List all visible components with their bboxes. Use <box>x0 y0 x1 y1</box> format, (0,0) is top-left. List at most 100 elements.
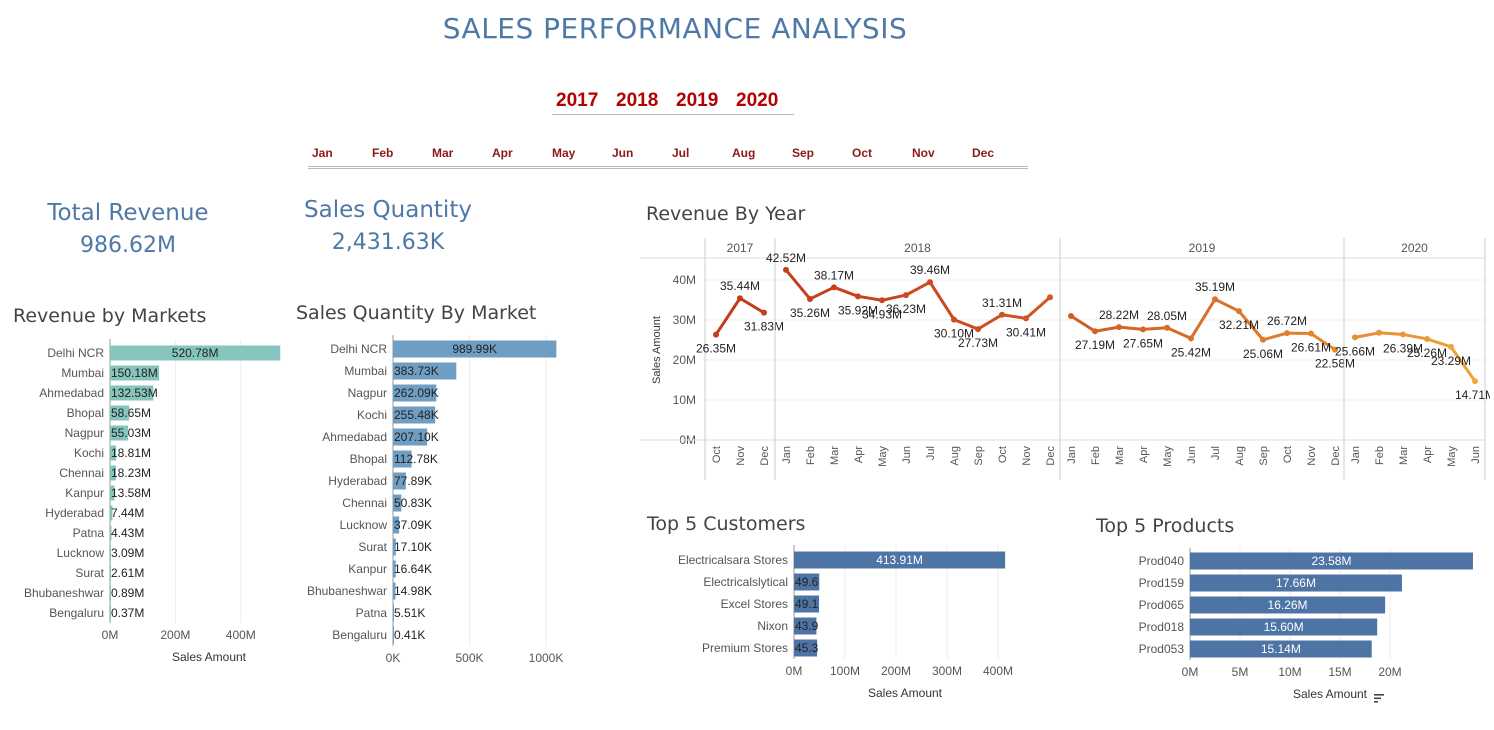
revenue-point-label: 35.26M <box>790 306 830 320</box>
revenue-line-segment <box>1093 325 1121 333</box>
revenue-point-label: 38.17M <box>814 268 854 282</box>
revenue-line-segment <box>1000 313 1028 320</box>
revenue-point <box>879 297 885 304</box>
revenue-point <box>1188 335 1194 342</box>
revenue-line-segment <box>714 296 742 337</box>
revenue-line-segment <box>1189 297 1217 340</box>
quantity-category-label: Mumbai <box>344 364 387 378</box>
month-filter-dec[interactable]: Dec <box>972 146 994 160</box>
month-filter-jul[interactable]: Jul <box>672 146 689 160</box>
customers-value-label: 49.1 <box>795 597 819 611</box>
month-filter-aug[interactable]: Aug <box>732 146 755 160</box>
customers-category-label: Electricalslytical <box>703 575 788 589</box>
month-filter-apr[interactable]: Apr <box>492 146 513 160</box>
revenue-line-segment <box>1213 297 1241 313</box>
revenue-line-segment <box>1353 331 1381 339</box>
month-filter-mar[interactable]: Mar <box>432 146 453 160</box>
revenue-x-tick-label: Apr <box>1138 446 1150 463</box>
revenue-point <box>1140 326 1146 333</box>
revenue-point <box>1023 315 1029 322</box>
month-filter-jan[interactable]: Jan <box>312 146 333 160</box>
markets-value-label: 0.37M <box>111 606 144 620</box>
month-filter-nov[interactable]: Nov <box>912 146 935 160</box>
quantity-category-label: Delhi NCR <box>330 342 387 356</box>
markets-category-label: Bhubaneshwar <box>24 586 104 600</box>
revenue-point <box>1092 328 1098 335</box>
quantity-value-label: 37.09K <box>394 518 432 532</box>
revenue-line-segment <box>832 285 860 298</box>
year-filter-2019[interactable]: 2019 <box>676 90 718 112</box>
revenue-point <box>927 279 933 286</box>
markets-value-label: 150.18M <box>111 366 158 380</box>
quantity-value-label: 255.48K <box>394 408 439 422</box>
revenue-x-tick-label: Jan <box>1350 446 1362 464</box>
customers-value-label: 413.91M <box>876 553 923 567</box>
revenue-x-tick-label: Feb <box>1374 446 1386 465</box>
revenue-point <box>831 284 837 291</box>
month-filter-oct[interactable]: Oct <box>852 146 872 160</box>
revenue-x-tick-label: Jun <box>901 446 913 464</box>
quantity-value-label: 383.73K <box>394 364 439 378</box>
markets-category-label: Surat <box>75 566 104 580</box>
dashboard-title: SALES PERFORMANCE ANALYSIS <box>442 12 908 45</box>
revenue-point-label: 42.52M <box>766 251 806 265</box>
markets-value-label: 7.44M <box>111 506 144 520</box>
year-filter-2020[interactable]: 2020 <box>736 90 778 112</box>
quantity-value-label: 17.10K <box>394 540 432 554</box>
revenue-x-tick-label: Nov <box>1306 446 1318 466</box>
markets-category-label: Delhi NCR <box>47 346 104 360</box>
revenue-point <box>855 293 861 300</box>
markets-value-label: 0.89M <box>111 586 144 600</box>
revenue-by-year-chart: Sales Amount0M10M20M30M40M201726.35MOct3… <box>640 238 1490 480</box>
month-filter-jun[interactable]: Jun <box>612 146 633 160</box>
revenue-by-markets-title: Revenue by Markets <box>13 305 207 327</box>
revenue-point <box>1236 308 1242 315</box>
revenue-point <box>761 309 767 316</box>
quantity-category-label: Lucknow <box>340 518 388 532</box>
products-category-label: Prod018 <box>1139 620 1185 634</box>
revenue-line-segment <box>880 293 908 302</box>
year-filter-2017[interactable]: 2017 <box>556 90 598 112</box>
quantity-value-label: 112.78K <box>394 452 438 466</box>
revenue-x-tick-label: Oct <box>711 446 723 463</box>
quantity-value-label: 50.83K <box>394 496 432 510</box>
revenue-by-year-title: Revenue By Year <box>646 203 806 225</box>
revenue-point <box>1284 330 1290 337</box>
quantity-category-label: Chennai <box>342 496 387 510</box>
revenue-x-tick-label: Jan <box>1066 446 1078 464</box>
revenue-point-label: 30.41M <box>1006 325 1046 339</box>
top-products-chart: 0M 5M 10M 15M 20M Prod040 23.58M Prod159 17.66M P… <box>1139 548 1473 703</box>
revenue-point-label: 35.19M <box>1195 280 1235 294</box>
markets-value-label: 55.03M <box>111 426 151 440</box>
revenue-line-segment <box>1165 326 1193 340</box>
revenue-point <box>1068 313 1074 319</box>
products-category-label: Prod040 <box>1139 554 1185 568</box>
month-filter-sep[interactable]: Sep <box>792 146 814 160</box>
revenue-point-label: 36.23M <box>886 302 926 316</box>
revenue-line-segment <box>904 280 932 297</box>
customers-x-tick-label: 100M <box>830 664 860 678</box>
revenue-point <box>975 326 981 333</box>
customers-category-label: Premium Stores <box>702 641 788 655</box>
sort-descending-icon[interactable] <box>1374 694 1384 703</box>
month-filter-feb[interactable]: Feb <box>372 146 393 160</box>
revenue-line-segment <box>976 313 1004 331</box>
revenue-point <box>783 266 789 273</box>
products-value-label: 15.14M <box>1261 642 1301 656</box>
revenue-x-tick-label: Feb <box>805 446 817 465</box>
markets-value-label: 520.78M <box>172 346 219 360</box>
month-filter-may[interactable]: May <box>552 146 575 160</box>
revenue-panel-year: 2020 <box>1401 241 1428 255</box>
revenue-point-label: 27.65M <box>1123 336 1163 350</box>
revenue-point-label: 28.05M <box>1147 309 1187 323</box>
year-filter-2018[interactable]: 2018 <box>616 90 658 112</box>
top-customers-chart: 0M 100M 200M 300M 400M Electricalsara Stores 4… <box>678 545 1013 700</box>
markets-x-tick-label: 200M <box>160 628 190 642</box>
markets-category-label: Bengaluru <box>49 606 104 620</box>
revenue-x-tick-label: Mar <box>1114 446 1126 465</box>
revenue-point <box>1400 331 1406 338</box>
revenue-point <box>713 331 719 338</box>
revenue-point <box>1212 296 1218 303</box>
quantity-value-label: 262.09K <box>394 386 439 400</box>
revenue-point-label: 27.19M <box>1075 338 1115 352</box>
